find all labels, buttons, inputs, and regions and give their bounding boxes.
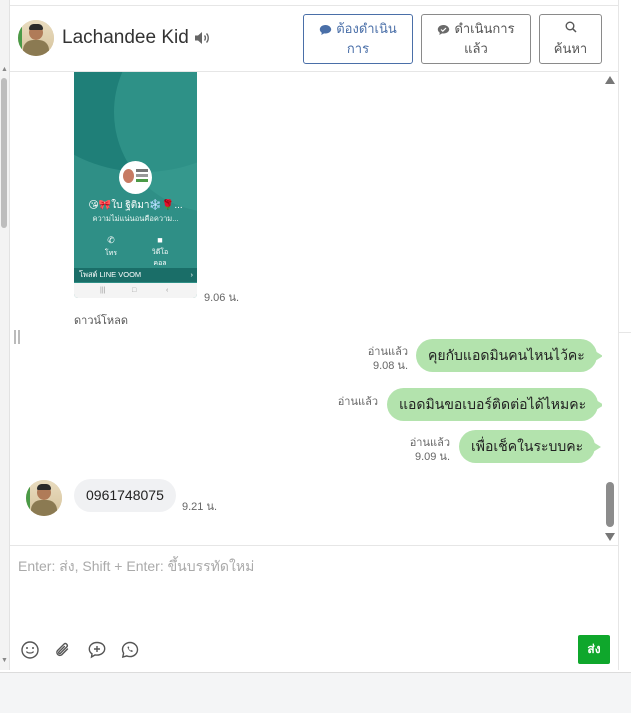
scroll-up-arrow-icon[interactable]: ▲: [1, 66, 8, 73]
video-label-1: วิดีโอ: [151, 249, 169, 256]
paperclip-icon[interactable]: [53, 640, 73, 660]
chat-header: Lachandee Kid ต้องดำเนิน การ ดำเนินการ แ…: [10, 5, 618, 72]
left-scrollbar[interactable]: ▲ ▼: [0, 0, 10, 670]
bottom-bar: [0, 672, 631, 713]
incoming-message[interactable]: 0961748075: [74, 479, 176, 512]
done-button-label-2: แล้ว: [464, 41, 488, 56]
message-input[interactable]: Enter: ส่ง, Shift + Enter: ขึ้นบรรทัดใหม…: [18, 556, 608, 578]
video-icon: ■: [157, 235, 163, 245]
todo-button-label-2: การ: [346, 41, 370, 56]
search-icon: [565, 21, 577, 33]
profile-status: ความไม่แน่นอนคือความ...: [92, 214, 179, 223]
read-receipt: อ่านแล้ว: [337, 396, 378, 408]
call-action: ✆ โทร: [96, 235, 126, 259]
voom-label: โพสต์ LINE VOOM: [79, 270, 142, 279]
download-link[interactable]: ดาวน์โหลด: [74, 311, 128, 329]
contact-avatar[interactable]: [18, 20, 54, 56]
scroll-up-arrow-icon[interactable]: [605, 76, 615, 84]
profile-avatar-thumbnail: [119, 161, 152, 194]
outgoing-message[interactable]: แอดมินขอเบอร์ติดต่อได้ไหมคะ: [387, 388, 602, 421]
message-meta: อ่านแล้ว: [320, 395, 378, 409]
message-list[interactable]: 😘🎀ใบ ฐิติมา❄️🌹... ความไม่แน่นอนคือความ..…: [10, 72, 602, 545]
scroll-down-arrow-icon[interactable]: [605, 533, 615, 541]
send-button[interactable]: ส่ง: [578, 635, 610, 664]
emoji-icon[interactable]: [20, 640, 40, 660]
image-message[interactable]: 😘🎀ใบ ฐิติมา❄️🌹... ความไม่แน่นอนคือความ..…: [74, 72, 197, 298]
message-composer: Enter: ส่ง, Shift + Enter: ขึ้นบรรทัดใหม…: [10, 545, 618, 670]
call-label: โทร: [104, 250, 118, 257]
profile-name: 😘🎀ใบ ฐิติมา❄️🌹...: [88, 200, 183, 211]
menu-icon: |||: [100, 287, 106, 294]
outgoing-message[interactable]: เพื่อเช็คในระบบคะ: [459, 430, 602, 463]
voice-icon[interactable]: [120, 640, 140, 660]
sender-avatar[interactable]: [26, 480, 62, 516]
voom-bar: โพสต์ LINE VOOM ›: [74, 268, 197, 282]
message-time: 9.08 น.: [372, 360, 408, 372]
message-meta: อ่านแล้ว 9.08 น.: [350, 345, 408, 373]
contact-name[interactable]: Lachandee Kid: [62, 27, 189, 49]
back-icon: ‹: [166, 287, 169, 294]
done-button[interactable]: ดำเนินการ แล้ว: [421, 14, 531, 64]
speaker-icon[interactable]: [194, 31, 210, 45]
divider: [619, 332, 631, 333]
search-button-label: ค้นหา: [553, 41, 588, 56]
search-button[interactable]: ค้นหา: [539, 14, 602, 64]
message-time: 9.21 น.: [182, 501, 218, 513]
todo-button[interactable]: ต้องดำเนิน การ: [303, 14, 413, 64]
sticker-icon[interactable]: [87, 640, 107, 660]
read-receipt: อ่านแล้ว: [367, 346, 408, 358]
left-scrollbar-thumb[interactable]: [1, 78, 7, 228]
message-time: 9.06 น.: [204, 292, 240, 304]
done-button-label-1: ดำเนินการ: [454, 21, 515, 36]
phone-icon: ✆: [107, 235, 115, 245]
message-meta: อ่านแล้ว 9.09 น.: [390, 436, 450, 464]
right-panel-edge: [618, 0, 631, 670]
chevron-right-icon: ›: [190, 270, 194, 279]
home-icon: □: [132, 287, 137, 294]
video-call-action: ■ วิดีโอ คอล: [145, 235, 175, 269]
message-scrollbar-thumb[interactable]: [606, 482, 614, 527]
phone-navbar: ||| □ ‹: [74, 283, 197, 298]
chat-check-icon: [438, 24, 450, 35]
read-receipt: อ่านแล้ว: [409, 437, 450, 449]
outgoing-message[interactable]: คุยกับแอดมินคนไหนไว้คะ: [416, 339, 602, 372]
message-scrollbar[interactable]: [602, 72, 618, 545]
chat-bubble-icon: [320, 24, 332, 35]
todo-button-label-1: ต้องดำเนิน: [336, 21, 397, 36]
message-time: 9.09 น.: [414, 451, 450, 463]
scroll-down-arrow-icon[interactable]: ▼: [1, 657, 8, 664]
chat-window: ▲ ▼ Lachandee Kid ต้องดำเนิน การ ดำเนินก…: [0, 0, 631, 713]
